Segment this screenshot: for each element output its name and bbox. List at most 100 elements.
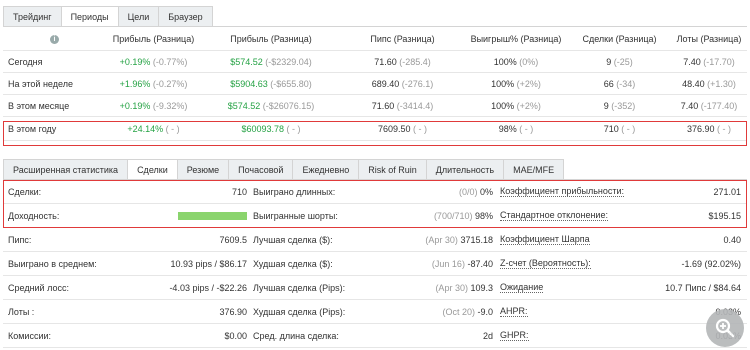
tab-trades[interactable]: Сделки — [127, 159, 178, 179]
pips-cell-value: 71.60 — [371, 100, 395, 111]
trades-cell-diff: ( - ) — [621, 123, 636, 134]
pips-cell: 689.40 (-276.1) — [341, 79, 464, 89]
win-pct-cell-diff: (+2%) — [516, 78, 541, 89]
stat-label: Доходность: — [8, 210, 60, 221]
zoom-button[interactable] — [706, 309, 744, 347]
stat-value: 7609.5 — [219, 234, 247, 245]
column-header: Сделки (Разница) — [582, 33, 657, 44]
lots-cell-diff: (-177.40) — [700, 100, 738, 111]
period-label: В этом году — [3, 124, 106, 134]
period-label-value: Сегодня — [8, 56, 43, 67]
profit-pct-cell: +1.96% (-0.27%) — [106, 79, 201, 89]
table-row: Сегодня +0.19% (-0.77%) $574.52 (-$2329.04… — [3, 51, 747, 73]
stat-label: Лоты : — [8, 306, 35, 317]
pips-cell-diff: ( - ) — [413, 123, 428, 134]
stat-label-link[interactable]: Коэффициент Шарпа — [500, 234, 590, 245]
table-row: В этом году +24.14% ( - ) $60093.78 ( - ) 7… — [3, 117, 747, 141]
stat-date: (700/710) — [433, 210, 473, 221]
period-label-value: В этом году — [8, 123, 57, 134]
profit-usd-cell: $574.52 (-$26076.15) — [201, 101, 341, 111]
lots-cell: 7.40 (-17.70) — [671, 57, 747, 67]
stat-number: -9.0 — [477, 306, 493, 317]
profit-pct-cell-diff: (-9.32%) — [152, 100, 188, 111]
profitability-bar — [178, 211, 247, 220]
lots-cell-diff: (+1.30) — [707, 78, 736, 89]
trades-cell-value: 710 — [603, 123, 619, 134]
win-pct-cell-diff: (+2%) — [516, 100, 541, 111]
trades-cell-value: 9 — [606, 56, 612, 67]
table-header-row: i Прибыль (Разница) Прибыль (Разница) Пи… — [3, 27, 747, 51]
stat-value: 376.90 — [219, 306, 247, 317]
tab-duration[interactable]: Длительность — [425, 159, 505, 179]
stat-label-link[interactable]: Коэффициент прибыльности: — [500, 186, 625, 197]
trades-cell-diff: (-34) — [616, 78, 636, 89]
column-header: Лоты (Разница) — [676, 33, 742, 44]
tab-browser[interactable]: Браузер — [158, 6, 213, 26]
profit-usd-cell-diff: ( - ) — [286, 123, 301, 134]
lots-cell-value: 376.90 — [686, 123, 715, 134]
stat-value: (700/710) 98% — [434, 211, 493, 221]
trades-cell: 710 ( - ) — [568, 124, 671, 134]
lots-cell-diff: (-17.70) — [703, 56, 735, 67]
info-icon[interactable]: i — [50, 35, 59, 44]
win-pct-cell-value: 100% — [491, 100, 515, 111]
stat-label-link[interactable]: AHPR: — [500, 306, 528, 317]
stat-date: (Apr 30) — [425, 234, 458, 245]
win-pct-cell: 100% (0%) — [464, 57, 568, 67]
stats-row: Доходность: Выигранные шорты: (700/710) 98… — [3, 204, 747, 228]
win-pct-cell-diff: ( - ) — [519, 123, 534, 134]
profit-usd-cell: $5904.63 (-$655.80) — [201, 79, 341, 89]
stat-value: (Apr 30) 3715.18 — [425, 235, 493, 245]
pips-cell: 7609.50 ( - ) — [341, 124, 464, 134]
stat-label-link[interactable]: Стандартное отклонение: — [500, 210, 608, 221]
column-header: Прибыль (Разница) — [230, 33, 312, 44]
tab-periods[interactable]: Периоды — [60, 6, 119, 26]
stat-label: Средний лосс: — [8, 282, 69, 293]
stat-date: (0/0) — [458, 186, 478, 197]
stat-label: Лучшая сделка ($): — [253, 234, 333, 245]
tab-risk-of-ruin[interactable]: Risk of Ruin — [358, 159, 427, 179]
win-pct-cell-diff: (0%) — [519, 56, 539, 67]
pips-cell-value: 7609.50 — [377, 123, 411, 134]
trades-cell-value: 66 — [603, 78, 614, 89]
tab-hourly[interactable]: Почасовой — [228, 159, 294, 179]
profit-pct-cell-value: +0.19% — [119, 100, 151, 111]
stats-row: Лоты : 376.90 Худшая сделка (Pips): (Oct 20… — [3, 300, 747, 324]
table-row: В этом месяце +0.19% (-9.32%) $574.52 (-$2… — [3, 95, 747, 117]
stat-label: Сред. длина сделка: — [253, 330, 339, 341]
stat-label: Выиграно длинных: — [253, 186, 336, 197]
periods-table: i Прибыль (Разница) Прибыль (Разница) Пи… — [3, 26, 747, 141]
tab-goals[interactable]: Цели — [117, 6, 160, 26]
profit-usd-cell-value: $574.52 — [227, 100, 261, 111]
tab-daily[interactable]: Ежедневно — [292, 159, 360, 179]
period-label-value: На этой неделе — [8, 78, 73, 89]
stat-label-link[interactable]: Ожидание — [500, 282, 544, 293]
stat-label-link[interactable]: Z-счет (Вероятность): — [500, 258, 591, 269]
lots-cell: 48.40 (+1.30) — [671, 79, 747, 89]
tab-summary[interactable]: Резюме — [176, 159, 230, 179]
period-label-value: В этом месяце — [8, 100, 70, 111]
stat-number: 98% — [474, 210, 493, 221]
lots-cell-value: 48.40 — [682, 78, 705, 89]
pips-cell-diff: (-285.4) — [399, 56, 431, 67]
win-pct-cell-value: 100% — [491, 78, 515, 89]
stat-label: Лучшая сделка (Pips): — [253, 282, 346, 293]
period-label: На этой неделе — [3, 79, 106, 89]
profit-pct-cell: +0.19% (-9.32%) — [106, 101, 201, 111]
stat-label: Худшая сделка (Pips): — [253, 306, 346, 317]
stats-row: Пипс: 7609.5 Лучшая сделка ($): (Apr 30) 37… — [3, 228, 747, 252]
tab-advanced-stats[interactable]: Расширенная статистика — [3, 159, 129, 179]
win-pct-cell: 100% (+2%) — [464, 79, 568, 89]
lots-cell: 7.40 (-177.40) — [671, 101, 747, 111]
profit-usd-cell: $60093.78 ( - ) — [201, 124, 341, 134]
tab-mae-mfe[interactable]: MAE/MFE — [503, 159, 565, 179]
stat-value: (0/0) 0% — [459, 187, 493, 197]
stat-value: $195.15 — [708, 210, 741, 221]
tab-trading[interactable]: Трейдинг — [3, 6, 62, 26]
pips-cell-value: 689.40 — [371, 78, 400, 89]
stat-date: (Oct 20) — [442, 306, 475, 317]
stats-row: Комиссии: $0.00 Сред. длина сделка: 2d GHPR… — [3, 324, 747, 348]
profit-usd-cell-diff: (-$655.80) — [270, 78, 312, 89]
stat-label: Комиссии: — [8, 330, 52, 341]
stat-label-link[interactable]: GHPR: — [500, 330, 529, 341]
